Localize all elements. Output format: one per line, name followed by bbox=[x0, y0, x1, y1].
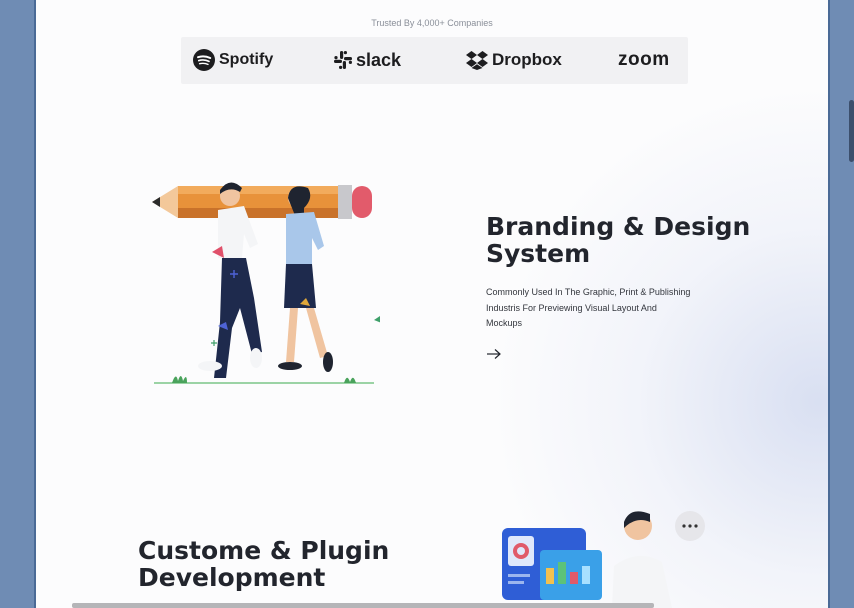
vertical-scrollbar[interactable] bbox=[849, 100, 854, 162]
arrow-right-icon bbox=[487, 349, 501, 359]
branding-title-line-2: System bbox=[486, 239, 591, 268]
partner-logo-strip: Spotify slack Dropbox zoom bbox=[181, 37, 688, 84]
slack-icon bbox=[334, 51, 352, 69]
branding-learn-more-link[interactable] bbox=[485, 346, 503, 362]
branding-description-line-3: Mockups bbox=[486, 318, 523, 328]
landing-page: Trusted By 4,000+ Companies Spotify slac… bbox=[34, 0, 830, 608]
spotify-icon bbox=[193, 49, 215, 71]
branding-illustration bbox=[152, 182, 380, 384]
slack-wordmark: slack bbox=[356, 49, 402, 70]
horizontal-scrollbar[interactable] bbox=[72, 603, 654, 608]
branding-title: Branding & Design System bbox=[486, 213, 756, 267]
plugin-development-title: Custome & Plugin Development bbox=[138, 537, 438, 591]
spotify-logo[interactable]: Spotify bbox=[193, 48, 273, 72]
slack-logo[interactable]: slack bbox=[334, 48, 401, 72]
dropbox-wordmark: Dropbox bbox=[492, 50, 562, 69]
plugin-title-line-2: Development bbox=[138, 563, 326, 592]
branding-description: Commonly Used In The Graphic, Print & Pu… bbox=[486, 285, 716, 332]
branding-description-line-1: Commonly Used In The Graphic, Print & Pu… bbox=[486, 287, 691, 297]
zoom-logo[interactable]: zoom bbox=[618, 48, 670, 72]
plugin-illustration bbox=[502, 511, 705, 608]
dropbox-logo[interactable]: Dropbox bbox=[466, 48, 562, 72]
plugin-title-line-1: Custome & Plugin bbox=[138, 536, 390, 565]
branding-title-line-1: Branding & Design bbox=[486, 212, 751, 241]
branding-description-line-2: Industris For Previewing Visual Layout A… bbox=[486, 302, 657, 313]
dropbox-icon bbox=[466, 50, 488, 70]
zoom-wordmark: zoom bbox=[618, 49, 670, 70]
spotify-wordmark: Spotify bbox=[219, 51, 274, 68]
trusted-by-label: Trusted By 4,000+ Companies bbox=[371, 18, 493, 28]
